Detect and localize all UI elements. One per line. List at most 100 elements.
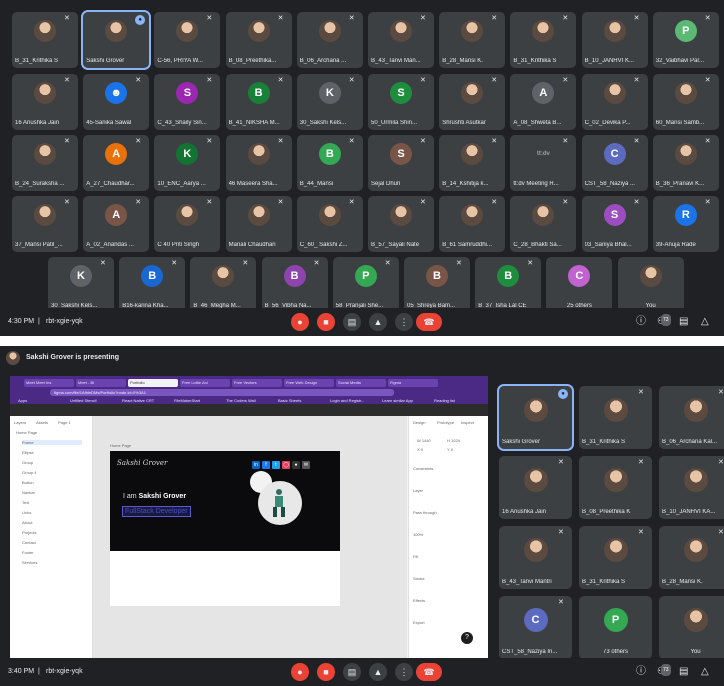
bookmark[interactable]: Learn similar App [382, 398, 413, 403]
layer-item[interactable]: Text [22, 500, 29, 505]
layer-item[interactable]: Contact [22, 540, 36, 545]
participant-tile[interactable]: P 58_Pranjali She... ✕ [332, 257, 399, 313]
hangup-icon[interactable]: ☎ [416, 313, 442, 331]
property-item[interactable]: Design [413, 420, 425, 425]
participant-tile[interactable]: B B_56_Vibha Na... ✕ [261, 257, 328, 313]
participant-tile[interactable]: B_43_Tanvi Man... ✕ [368, 12, 434, 68]
property-item[interactable]: Prototype [437, 420, 454, 425]
camera-off-icon[interactable]: ■ [317, 663, 335, 681]
bookmark[interactable]: Unfilled Stencil [70, 398, 96, 403]
layer-item[interactable]: Ellipse [22, 450, 34, 455]
participant-tile[interactable]: C_02_Devika P... ✕ [581, 74, 648, 130]
people-icon[interactable]: ⚇73 [657, 664, 671, 678]
participant-tile[interactable]: B_08_Preethika K ✕ [579, 456, 652, 519]
participant-tile[interactable]: A A_27_Chaudhar... ✕ [83, 135, 150, 191]
participant-tile[interactable]: C CST_58_Naziya ... ✕ [581, 135, 648, 191]
property-item[interactable]: X 0 [417, 447, 423, 452]
browser-tab[interactable]: Meet - Bi [76, 379, 126, 387]
layer-item[interactable]: Services [22, 560, 37, 565]
participant-tile[interactable]: B_31_Krithika S ✕ [579, 386, 652, 449]
participant-tile[interactable]: B_43_Tanvi Mantri ✕ [499, 526, 572, 589]
participant-tile[interactable]: 37_Mansi Patil_... ✕ [12, 196, 78, 252]
property-item[interactable]: Export [413, 620, 425, 625]
participant-tile[interactable]: C CST_58_Naziya In... ✕ [499, 596, 572, 659]
participant-tile[interactable]: 46 Maseera Sha... ✕ [225, 135, 292, 191]
hangup-icon[interactable]: ☎ [416, 663, 442, 681]
bookmark[interactable]: Login and Registr... [330, 398, 364, 403]
chat-icon[interactable]: ▤ [679, 316, 688, 328]
participant-tile[interactable]: Sakshi Grover ● [497, 384, 574, 451]
participant-tile[interactable]: B B16-karina Kha... ✕ [119, 257, 186, 313]
layer-item[interactable]: Assets [36, 420, 48, 425]
participant-tile[interactable]: ☻ 45-Sanika Sawal ✕ [83, 74, 150, 130]
participant-tile[interactable]: R 39-Anuja Rade ✕ [652, 196, 719, 252]
more-icon[interactable]: ⋮ [395, 663, 413, 681]
participant-tile[interactable]: C_60_ Sakshi Z... ✕ [296, 196, 363, 252]
layer-item[interactable]: Navbar [22, 490, 35, 495]
browser-tab[interactable]: Meet Meet Ins [24, 379, 74, 387]
people-icon[interactable]: ⚇73 [657, 314, 671, 328]
info-icon[interactable]: ⓘ [636, 666, 646, 678]
info-icon[interactable]: ⓘ [636, 316, 646, 328]
bookmark[interactable]: Basic Sheets [278, 398, 301, 403]
participant-tile[interactable]: B_28_Mansi K. ✕ [439, 12, 506, 68]
property-item[interactable]: Y 0 [447, 447, 453, 452]
participant-tile[interactable]: 16 Anushka Jain ✕ [12, 74, 78, 130]
layer-item[interactable]: Footer [22, 550, 34, 555]
browser-tab[interactable]: Portfolio [128, 379, 178, 387]
captions-icon[interactable]: ▤ [343, 313, 361, 331]
participant-tile[interactable]: S 03_Saniya Bhal... ✕ [581, 196, 648, 252]
activities-icon[interactable]: △ [701, 666, 709, 678]
participant-tile[interactable]: B_61 Samruddhi... ✕ [439, 196, 506, 252]
property-item[interactable]: Layer [413, 488, 423, 493]
property-item[interactable]: 100% [413, 532, 423, 537]
layer-item[interactable]: Home Page [16, 430, 37, 435]
property-item[interactable]: Inspect [461, 420, 474, 425]
participant-tile[interactable]: S C_43_Shaily Sin... ✕ [154, 74, 221, 130]
participant-tile[interactable]: K 10_ENC_Aarya ... ✕ [154, 135, 221, 191]
layer-item[interactable]: Page 1 [58, 420, 71, 425]
participant-tile[interactable]: C-56, PRIYA W... ✕ [154, 12, 221, 68]
participant-tile[interactable]: K 30_Sakshi Kels... ✕ [296, 74, 363, 130]
participant-tile[interactable]: Shrushti Asutkar ✕ [439, 74, 506, 130]
browser-tab[interactable]: Figma [388, 379, 438, 387]
layer-item[interactable]: Group [22, 460, 33, 465]
participant-tile[interactable]: Manali Chaudhari ✕ [225, 196, 292, 252]
layer-item[interactable]: Projects [22, 530, 36, 535]
participant-tile[interactable]: Sakshi Grover ● [81, 10, 152, 70]
layer-item[interactable]: Button [22, 480, 34, 485]
bookmark[interactable]: FileMakerStart [174, 398, 200, 403]
browser-tab[interactable]: Social Media [336, 379, 386, 387]
participant-tile[interactable]: B_08_Preethika... ✕ [225, 12, 292, 68]
participant-tile[interactable]: B_10_JANHVI K... ✕ [581, 12, 648, 68]
mic-off-icon[interactable]: ● [291, 313, 309, 331]
present-icon[interactable]: ▲ [369, 313, 387, 331]
participant-tile[interactable]: B_57_Sayali Nate ✕ [368, 196, 434, 252]
participant-tile[interactable]: C 25 others [546, 257, 613, 313]
participant-tile[interactable]: B_36_Pranavi K... ✕ [652, 135, 719, 191]
layer-item[interactable]: Layers [14, 420, 26, 425]
participant-tile[interactable]: B B_41_NIKSHA M... ✕ [225, 74, 292, 130]
participant-tile[interactable]: S Sejal Dhuri ✕ [368, 135, 434, 191]
layer-item[interactable]: Links [22, 510, 31, 515]
property-item[interactable]: Fill [413, 554, 418, 559]
browser-tab[interactable]: Free Web Design [284, 379, 334, 387]
layer-item[interactable]: Frame [22, 440, 82, 445]
participant-tile[interactable]: You [659, 596, 724, 659]
participant-tile[interactable]: 16 Anushka Jain ✕ [499, 456, 572, 519]
browser-tab[interactable]: Free Lottie Ani [180, 379, 230, 387]
present-icon[interactable]: ▲ [369, 663, 387, 681]
participant-tile[interactable]: B_31_Krithika S ✕ [510, 12, 577, 68]
participant-tile[interactable]: A A_08_Shweta B... ✕ [510, 74, 577, 130]
participant-tile[interactable]: P 73 others [579, 596, 652, 659]
participant-tile[interactable]: C 40 Priti Singh ✕ [154, 196, 221, 252]
layer-item[interactable]: About [22, 520, 32, 525]
participant-tile[interactable]: A A_02_Anandas ... ✕ [83, 196, 150, 252]
participant-tile[interactable]: B 05_Shreya Bam... ✕ [404, 257, 470, 313]
bookmark[interactable]: The Coders Wall [226, 398, 256, 403]
more-icon[interactable]: ⋮ [395, 313, 413, 331]
property-item[interactable]: H 1024 [447, 438, 460, 443]
bookmark[interactable]: Reading list [434, 398, 455, 403]
shared-screen[interactable]: Meet Meet Ins Meet - Bi Portfolio Free Lott… [10, 376, 488, 658]
property-item[interactable]: W 1440 [417, 438, 431, 443]
